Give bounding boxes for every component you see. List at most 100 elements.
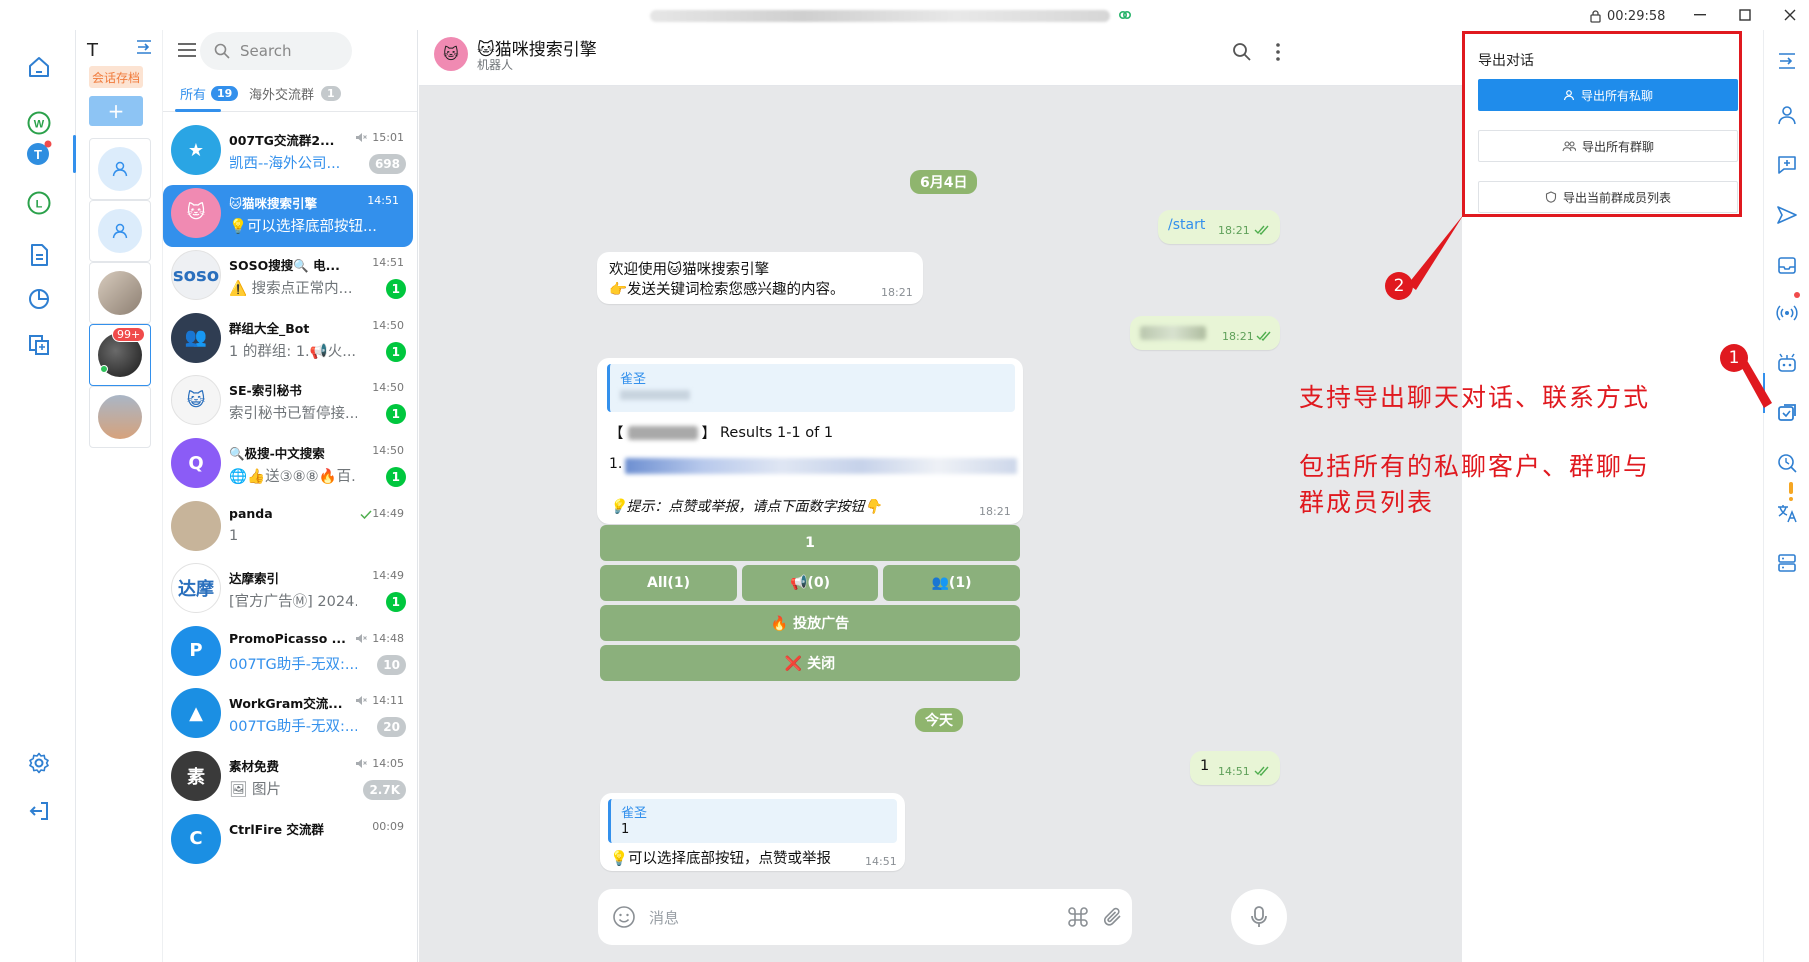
annotation-text: 群成员列表 <box>1299 488 1435 517</box>
settings-icon[interactable] <box>24 748 54 778</box>
message-in-results[interactable]: 雀圣 【】 Results 1-1 of 1 1. 💡提示：点赞或举报，请点下面… <box>597 358 1023 524</box>
chat-list-item[interactable]: 素素材免费 14:05 🖼 图片 2.7K <box>163 748 417 810</box>
unread-badge: 99+ <box>112 327 146 342</box>
chat-list-item[interactable]: 👥 群组大全_Bot 14:50 1 的群组: 1.📢火... 1 <box>163 310 417 372</box>
inline-button-groups[interactable]: 👥(1) <box>883 565 1020 601</box>
chat-time: 14:51 <box>367 193 399 207</box>
emoji-icon[interactable] <box>612 905 636 929</box>
date-separator: 6月4日 <box>910 170 978 194</box>
reply-quote: 雀圣 <box>607 364 1015 412</box>
message-time: 18:21 <box>979 505 1011 518</box>
collapse-panel-icon[interactable] <box>1774 48 1800 74</box>
inline-button-1[interactable]: 1 <box>600 525 1020 561</box>
search-input[interactable]: Search <box>200 32 352 70</box>
chat-list-item[interactable]: 达摩 达摩索引 14:49 [官方广告Ⓜ] 2024... 1 <box>163 560 417 622</box>
command-icon[interactable] <box>1066 905 1090 929</box>
whatsapp-icon[interactable]: W <box>24 108 54 138</box>
chat-avatar[interactable]: 🐱 <box>434 37 468 71</box>
chat-avatar: 👥 <box>171 312 221 363</box>
translate-icon[interactable] <box>1774 500 1800 526</box>
minimize-button[interactable] <box>1685 4 1715 26</box>
message-out[interactable]: /start 18:21 <box>1158 210 1280 244</box>
svg-text:L: L <box>36 199 43 211</box>
chat-list-item[interactable]: panda 14:49 1 <box>163 498 417 560</box>
chat-preview: 007TG助手-无双:... <box>229 719 357 736</box>
search-icon[interactable] <box>1232 42 1252 62</box>
chat-list-item[interactable]: ▲ WorkGram交流... 14:11 007TG助手-无双:... 20 <box>163 685 417 747</box>
account-avatar[interactable] <box>89 262 151 324</box>
menu-icon[interactable] <box>177 42 197 58</box>
notification-dot <box>1794 292 1800 298</box>
chat-list-item[interactable]: 🐱 🐱猫咪搜索引擎 14:51 💡可以选择底部按钮... <box>163 184 413 247</box>
tip-text: 💡提示：点赞或举报，请点下面数字按钮👇 <box>609 499 882 515</box>
maximize-button[interactable] <box>1730 4 1760 26</box>
message-time: 14:51 <box>865 855 897 868</box>
chat-name: 🔍极搜-中文搜索 <box>229 446 325 461</box>
chat-time: 14:50 <box>372 444 404 457</box>
chat-name: 🐱猫咪搜索引擎 <box>229 195 318 211</box>
home-icon[interactable] <box>24 52 54 82</box>
account-avatar[interactable] <box>89 200 151 262</box>
inline-button-all[interactable]: All(1) <box>600 565 737 601</box>
send-icon[interactable] <box>1774 202 1800 228</box>
more-options-icon[interactable] <box>1275 42 1281 62</box>
tab-label: 所有 <box>180 88 207 103</box>
broadcast-icon[interactable] <box>1774 300 1800 326</box>
chat-list-item[interactable]: Q 🔍极搜-中文搜索 14:50 🌐👍送③⑧⑧🔥百... 1 <box>163 435 417 497</box>
tab-count: 1 <box>321 86 341 101</box>
chat-list-item[interactable]: P PromoPicasso ... 14:48 007TG助手-无双:... 10 <box>163 623 417 685</box>
inline-button-channels[interactable]: 📢(0) <box>742 565 878 601</box>
message-text: /start <box>1168 217 1206 233</box>
contact-icon[interactable] <box>1774 102 1800 128</box>
reply-name: 雀圣 <box>621 806 648 821</box>
translate-search-icon[interactable] <box>1774 450 1800 476</box>
account-avatar-active[interactable]: 99+ <box>89 324 151 386</box>
chat-preview: 💡可以选择底部按钮... <box>229 218 377 235</box>
chat-list-item[interactable]: 😺 SE-索引秘书 14:50 索引秘书已暂停接... 1 <box>163 372 417 434</box>
chat-time: 14:11 <box>372 694 404 708</box>
storage-icon[interactable] <box>1774 550 1800 576</box>
telegram-icon[interactable]: T <box>24 138 54 168</box>
reply-text: 1 <box>621 822 630 837</box>
add-account-button[interactable]: + <box>89 96 143 126</box>
tab-all[interactable]: 所有 19 <box>180 84 239 103</box>
account-avatar[interactable] <box>89 386 151 448</box>
muted-icon <box>355 132 367 143</box>
message-in[interactable]: 欢迎使用🐱猫咪搜索引擎 👉发送关键词检索您感兴趣的内容。 18:21 <box>597 252 923 304</box>
chat-time: 14:50 <box>372 381 404 395</box>
redacted-result-link[interactable] <box>625 458 1017 474</box>
chat-list-item[interactable]: C CtrlFire 交流群 00:09 <box>163 811 417 873</box>
attach-icon[interactable] <box>1102 905 1124 929</box>
session-archive-tag[interactable]: 会话存档 <box>89 66 143 88</box>
logout-icon[interactable] <box>24 796 54 826</box>
bot-icon[interactable] <box>1774 350 1800 376</box>
message-out-redacted[interactable]: 18:21 <box>1130 316 1280 350</box>
export-chat-icon[interactable] <box>1774 400 1800 426</box>
message-out[interactable]: 1 14:51 <box>1190 751 1280 785</box>
line-icon[interactable]: L <box>24 188 54 218</box>
chat-time: 14:48 <box>372 631 404 645</box>
pie-chart-icon[interactable] <box>24 284 54 314</box>
results-count: Results 1-1 of 1 <box>720 424 834 441</box>
chat-list-item[interactable]: ★ 007TG交流群2... 15:01 凯西--海外公司... 698 <box>163 122 417 184</box>
add-chat-icon[interactable] <box>1774 152 1800 178</box>
app-rail: W T L <box>0 30 76 962</box>
muted-icon <box>355 758 367 769</box>
message-composer[interactable]: 消息 <box>598 889 1132 945</box>
chat-list-item[interactable]: soso SOSO搜搜🔍 电... 14:51 ⚠️ 搜索点正常内... 1 <box>163 247 417 309</box>
message-time: 14:51 <box>1218 765 1250 778</box>
account-avatar[interactable] <box>89 138 151 200</box>
inbox-icon[interactable] <box>1774 252 1800 278</box>
expand-icon[interactable] <box>135 38 153 56</box>
tab-overseas-group[interactable]: 海外交流群 1 <box>249 84 341 103</box>
chat-time: 14:49 <box>372 569 404 583</box>
chat-name: panda <box>229 505 273 521</box>
close-window-button[interactable] <box>1775 4 1805 26</box>
voice-record-button[interactable] <box>1231 889 1287 945</box>
message-in[interactable]: 雀圣 1 💡可以选择底部按钮，点赞或举报 14:51 <box>600 793 905 871</box>
translate-doc-icon[interactable] <box>24 330 54 360</box>
inline-button-ads[interactable]: 🔥 投放广告 <box>600 605 1020 641</box>
chat-name: PromoPicasso ... <box>229 630 346 646</box>
document-icon[interactable] <box>24 240 54 270</box>
inline-button-close[interactable]: ❌ 关闭 <box>600 645 1020 681</box>
